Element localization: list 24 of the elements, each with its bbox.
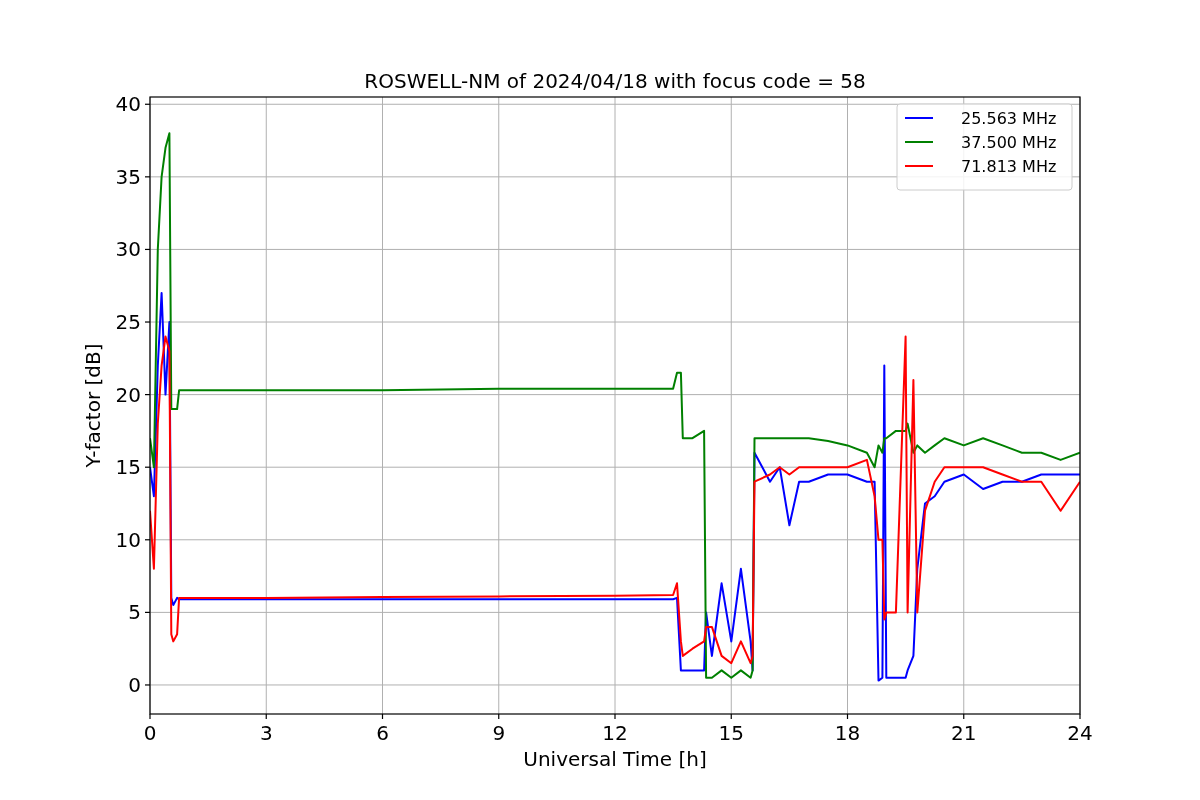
y-tick-label: 40 bbox=[115, 92, 141, 117]
legend-label: 37.500 MHz bbox=[961, 133, 1057, 152]
y-tick-label: 0 bbox=[128, 672, 141, 697]
y-tick-label: 10 bbox=[115, 527, 141, 552]
y-tick-label: 35 bbox=[115, 164, 141, 189]
y-axis-label: Y-factor [dB] bbox=[81, 343, 105, 468]
y-tick-label: 30 bbox=[115, 237, 141, 262]
legend-label: 25.563 MHz bbox=[961, 109, 1057, 128]
legend-label: 71.813 MHz bbox=[961, 157, 1057, 176]
y-tick-label: 20 bbox=[115, 382, 141, 407]
x-tick-label: 9 bbox=[492, 721, 506, 745]
x-tick-label: 6 bbox=[376, 721, 389, 745]
x-tick-label: 3 bbox=[259, 721, 273, 745]
x-tick-label: 24 bbox=[1067, 721, 1093, 745]
x-tick-label: 21 bbox=[951, 721, 977, 745]
x-tick-label: 12 bbox=[602, 721, 628, 745]
x-tick-label: 0 bbox=[143, 721, 157, 745]
chart-title: ROSWELL-NM of 2024/04/18 with focus code = 58 bbox=[364, 69, 866, 93]
y-tick-label: 25 bbox=[115, 310, 141, 334]
y-tick-label: 5 bbox=[128, 600, 141, 625]
x-tick-label: 15 bbox=[718, 721, 744, 745]
y-tick-label: 15 bbox=[115, 455, 141, 480]
x-axis-label: Universal Time [h] bbox=[523, 747, 707, 771]
x-tick-label: 18 bbox=[834, 721, 861, 745]
